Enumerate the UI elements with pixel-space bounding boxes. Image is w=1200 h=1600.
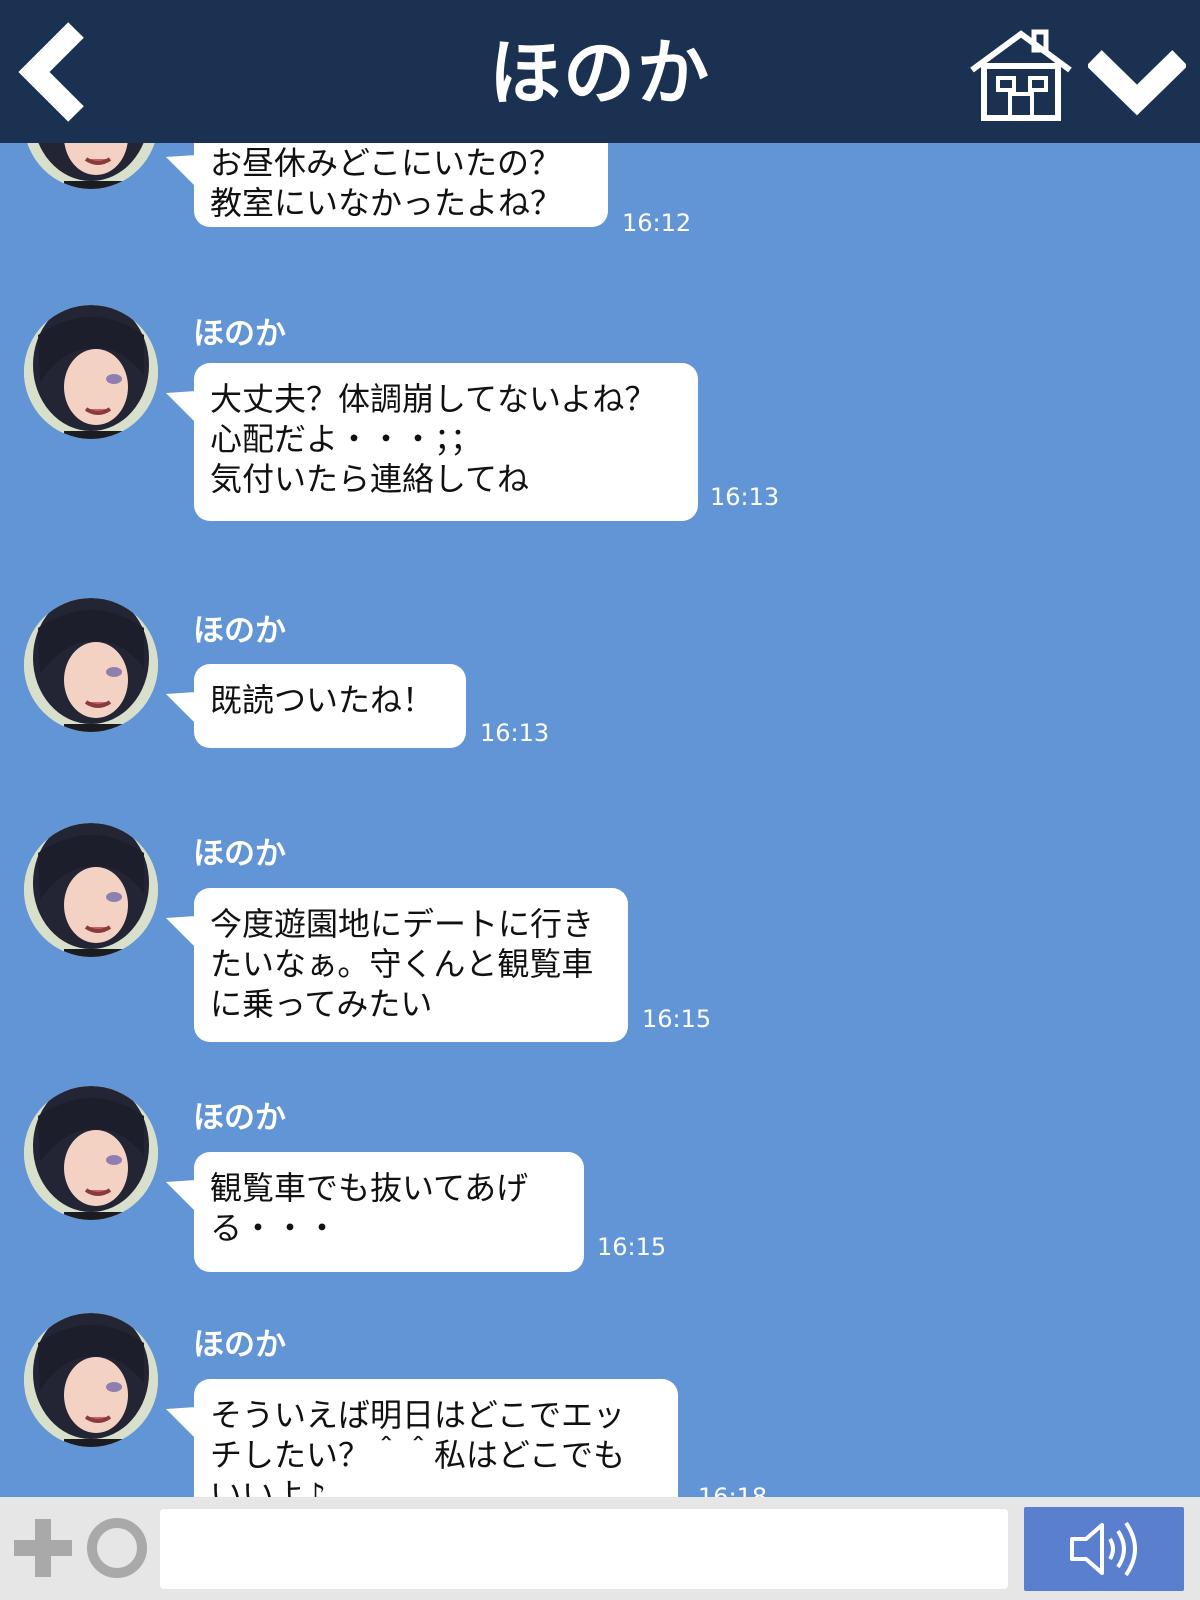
avatar[interactable] <box>24 305 158 439</box>
circle-button[interactable] <box>86 1517 148 1579</box>
message-input[interactable] <box>160 1509 1008 1589</box>
sender-name: ほのか <box>193 613 286 649</box>
message-bubble[interactable]: 今度遊園地にデートに行き たいなぁ。守くんと観覧車 に乗ってみたい <box>194 888 628 1042</box>
speaker-icon <box>1070 1521 1137 1577</box>
message-bubble[interactable]: お昼休みどこにいたの？ 教室にいなかったよね？ <box>194 143 608 227</box>
plus-icon <box>14 1519 72 1577</box>
home-button[interactable] <box>968 26 1074 122</box>
message-time: 16:12 <box>622 209 692 237</box>
message-time: 16:13 <box>710 483 780 511</box>
chat-area[interactable]: お昼休みどこにいたの？ 教室にいなかったよね？ 16:12 ほのか 大丈夫？体調… <box>0 143 1200 1497</box>
back-button[interactable] <box>8 16 98 126</box>
chevron-down-icon <box>1086 50 1188 116</box>
chat-title: ほのか <box>488 31 711 115</box>
avatar[interactable] <box>24 1313 158 1447</box>
dropdown-button[interactable] <box>1086 44 1188 118</box>
voice-button[interactable] <box>1024 1507 1184 1591</box>
avatar[interactable] <box>24 143 158 189</box>
input-bar <box>0 1497 1200 1600</box>
sender-name: ほのか <box>193 316 286 352</box>
avatar[interactable] <box>24 823 158 957</box>
plus-button[interactable] <box>14 1519 72 1577</box>
message-time: 16:15 <box>597 1233 667 1261</box>
chevron-left-icon <box>18 22 84 122</box>
message-time: 16:15 <box>642 1005 712 1033</box>
circle-icon <box>87 1518 147 1578</box>
message-bubble[interactable]: 大丈夫？体調崩してないよね？ 心配だよ・・・；； 気付いたら連絡してね <box>194 363 698 521</box>
sender-name: ほのか <box>193 1327 286 1363</box>
sender-name: ほのか <box>193 1100 286 1136</box>
home-icon <box>970 29 1072 121</box>
message-bubble[interactable]: 観覧車でも抜いてあげ る・・・ <box>194 1152 584 1272</box>
message-bubble[interactable]: そういえば明日はどこでエッ チしたい？＾＾私はどこでも いいよ♪ <box>194 1379 678 1497</box>
message-time: 16:18 <box>698 1483 768 1497</box>
avatar[interactable] <box>24 598 158 732</box>
message-time: 16:13 <box>480 719 550 747</box>
message-bubble[interactable]: 既読ついたね！ <box>194 664 466 748</box>
chat-header: ほのか <box>0 0 1200 143</box>
avatar[interactable] <box>24 1086 158 1220</box>
sender-name: ほのか <box>193 836 286 872</box>
